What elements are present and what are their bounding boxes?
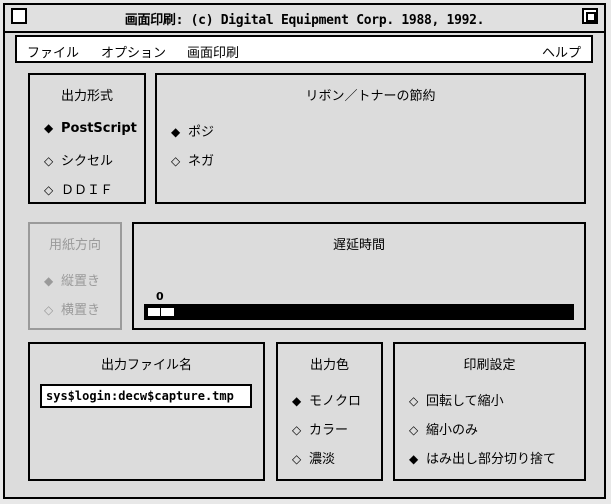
delay-panel: 遅延時間 0 bbox=[132, 222, 586, 330]
radio-portrait[interactable]: ◆ 縦置き bbox=[44, 270, 100, 289]
radio-ddif[interactable]: ◇ ＤＤＩＦ bbox=[44, 179, 113, 198]
menu-options[interactable]: オプション bbox=[101, 42, 166, 61]
maximize-button[interactable] bbox=[582, 8, 598, 24]
radio-rotate-shrink[interactable]: ◇ 回転して縮小 bbox=[409, 390, 504, 409]
ribbon-toner-title: リボン／トナーの節約 bbox=[305, 89, 436, 104]
radio-unselected-icon: ◇ bbox=[292, 452, 302, 466]
output-format-panel: 出力形式 ◆ PostScript ◇ シクセル ◇ ＤＤＩＦ bbox=[28, 73, 146, 204]
radio-selected-icon: ◆ bbox=[292, 394, 302, 408]
print-screen-window: 画面印刷: (c) Digital Equipment Corp. 1988, … bbox=[3, 3, 606, 499]
radio-negative[interactable]: ◇ ネガ bbox=[171, 150, 214, 169]
radio-unselected-icon: ◇ bbox=[409, 394, 419, 408]
radio-selected-icon: ◆ bbox=[171, 125, 181, 139]
menu-print[interactable]: 画面印刷 bbox=[187, 42, 239, 61]
delay-value: 0 bbox=[156, 290, 164, 303]
ribbon-toner-panel: リボン／トナーの節約 ◆ ポジ ◇ ネガ bbox=[155, 73, 586, 204]
menu-bar: ファイル オプション 画面印刷 ヘルプ bbox=[15, 35, 593, 63]
radio-label: ネガ bbox=[188, 154, 215, 169]
radio-selected-icon: ◆ bbox=[44, 121, 54, 135]
output-color-panel: 出力色 ◆ モノクロ ◇ カラー ◇ 濃淡 bbox=[276, 342, 383, 481]
delay-slider[interactable] bbox=[144, 304, 574, 320]
orientation-title: 用紙方向 bbox=[48, 238, 101, 253]
radio-label: ＤＤＩＦ bbox=[61, 183, 114, 198]
radio-label: はみ出し部分切り捨て bbox=[426, 452, 557, 467]
output-file-panel: 出力ファイル名 sys$login:decw$capture.tmp bbox=[28, 342, 265, 481]
radio-postscript[interactable]: ◆ PostScript bbox=[44, 121, 137, 136]
output-format-title: 出力形式 bbox=[60, 89, 113, 104]
radio-label: 縮小のみ bbox=[426, 423, 479, 438]
radio-label: 横置き bbox=[61, 303, 101, 318]
radio-unselected-icon: ◇ bbox=[44, 154, 54, 168]
orientation-panel: 用紙方向 ◆ 縦置き ◇ 横置き bbox=[28, 222, 122, 330]
radio-unselected-icon: ◇ bbox=[409, 423, 419, 437]
output-file-input[interactable]: sys$login:decw$capture.tmp bbox=[40, 384, 252, 408]
radio-sixel[interactable]: ◇ シクセル bbox=[44, 150, 113, 169]
output-color-title: 出力色 bbox=[309, 358, 349, 373]
radio-label: シクセル bbox=[61, 154, 114, 169]
radio-landscape[interactable]: ◇ 横置き bbox=[44, 299, 100, 318]
menu-file[interactable]: ファイル bbox=[27, 42, 79, 61]
delay-title: 遅延時間 bbox=[332, 238, 385, 253]
print-settings-title: 印刷設定 bbox=[463, 358, 516, 373]
slider-thumb[interactable] bbox=[147, 307, 175, 317]
radio-selected-icon: ◆ bbox=[409, 452, 419, 466]
radio-positive[interactable]: ◆ ポジ bbox=[171, 121, 214, 140]
radio-unselected-icon: ◇ bbox=[44, 303, 54, 317]
menu-help[interactable]: ヘルプ bbox=[542, 42, 581, 61]
radio-label: モノクロ bbox=[309, 394, 362, 409]
radio-label: PostScript bbox=[61, 121, 137, 136]
radio-selected-icon: ◆ bbox=[44, 274, 54, 288]
output-file-title: 出力ファイル名 bbox=[100, 358, 192, 373]
radio-shrink-only[interactable]: ◇ 縮小のみ bbox=[409, 419, 478, 438]
radio-unselected-icon: ◇ bbox=[292, 423, 302, 437]
window-title: 画面印刷: (c) Digital Equipment Corp. 1988, … bbox=[124, 13, 485, 28]
radio-label: カラー bbox=[309, 423, 349, 438]
radio-grayscale[interactable]: ◇ 濃淡 bbox=[292, 448, 335, 467]
radio-unselected-icon: ◇ bbox=[44, 183, 54, 197]
radio-label: ポジ bbox=[188, 125, 215, 140]
radio-color[interactable]: ◇ カラー bbox=[292, 419, 348, 438]
radio-label: 縦置き bbox=[61, 274, 101, 289]
radio-unselected-icon: ◇ bbox=[171, 154, 181, 168]
title-bar[interactable]: 画面印刷: (c) Digital Equipment Corp. 1988, … bbox=[5, 5, 604, 33]
radio-label: 濃淡 bbox=[309, 452, 336, 467]
radio-monochrome[interactable]: ◆ モノクロ bbox=[292, 390, 361, 409]
radio-label: 回転して縮小 bbox=[426, 394, 504, 409]
radio-clip-overflow[interactable]: ◆ はみ出し部分切り捨て bbox=[409, 448, 556, 467]
print-settings-panel: 印刷設定 ◇ 回転して縮小 ◇ 縮小のみ ◆ はみ出し部分切り捨て bbox=[393, 342, 586, 481]
